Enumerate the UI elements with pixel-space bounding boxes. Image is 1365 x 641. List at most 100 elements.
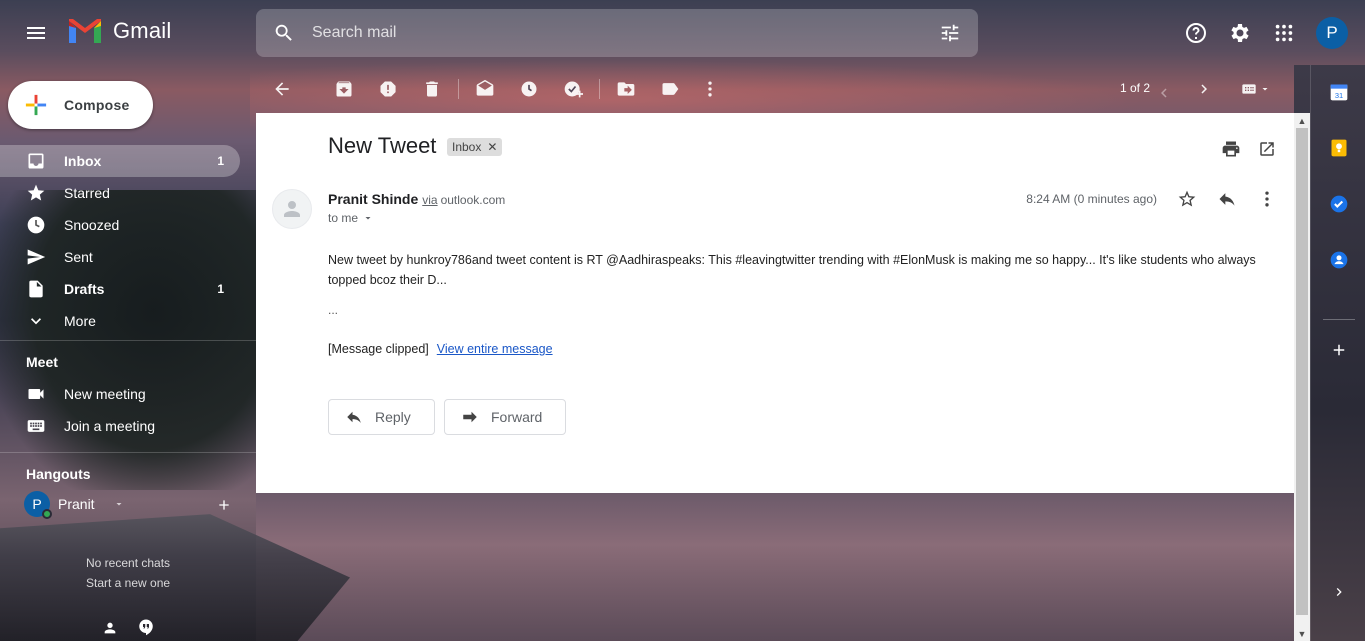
details-dropdown-icon xyxy=(365,217,371,220)
video-camera-icon xyxy=(26,384,46,404)
draft-count: 1 xyxy=(217,282,224,296)
sender-domain: outlook.com xyxy=(440,193,506,207)
remove-label-icon[interactable]: ✕ xyxy=(487,140,497,154)
hangouts-user[interactable]: P Pranit xyxy=(24,491,125,519)
star-icon xyxy=(26,183,46,203)
tasks-icon[interactable] xyxy=(1328,193,1350,215)
background-water xyxy=(256,493,1310,641)
sidebar-item-more[interactable]: More xyxy=(0,305,240,337)
message-body: New tweet by hunkroy786and tweet content… xyxy=(328,253,1256,287)
scroll-down-arrow-icon[interactable]: ▼ xyxy=(1294,627,1310,641)
no-chats-message: No recent chats Start a new one xyxy=(86,553,170,593)
calendar-icon[interactable]: 31 xyxy=(1328,81,1350,103)
sidebar-item-starred[interactable]: Starred xyxy=(0,177,240,209)
reply-icon[interactable] xyxy=(1215,187,1239,211)
archive-icon[interactable] xyxy=(324,69,364,109)
message-toolbar: 1 of 2 xyxy=(256,65,1294,113)
add-chat-icon[interactable] xyxy=(214,495,234,515)
new-meeting-button[interactable]: New meeting xyxy=(26,380,146,408)
join-meeting-button[interactable]: Join a meeting xyxy=(26,412,155,440)
star-outline-icon[interactable] xyxy=(1175,187,1199,211)
apps-grid-icon[interactable] xyxy=(1268,17,1300,49)
app-header: Gmail P xyxy=(0,0,1365,65)
search-icon[interactable] xyxy=(256,22,312,44)
inbox-label-chip[interactable]: Inbox ✕ xyxy=(447,138,503,156)
print-icon[interactable] xyxy=(1219,137,1243,161)
chevron-down-icon xyxy=(26,311,46,331)
sidebar-item-label: Sent xyxy=(64,249,93,265)
person-icon[interactable] xyxy=(100,620,120,640)
recipients-toggle[interactable]: to me xyxy=(328,211,374,225)
input-tools-keyboard-icon[interactable] xyxy=(1230,69,1280,109)
sidebar-item-sent[interactable]: Sent xyxy=(0,241,240,273)
sidebar-item-drafts[interactable]: Drafts 1 xyxy=(0,273,240,305)
settings-gear-icon[interactable] xyxy=(1224,17,1256,49)
draft-icon xyxy=(26,279,46,299)
message-subject: New Tweet xyxy=(328,133,437,158)
report-spam-icon[interactable] xyxy=(368,69,408,109)
send-icon xyxy=(26,247,46,267)
via-link[interactable]: via xyxy=(422,193,437,207)
start-new-chat-link[interactable]: Start a new one xyxy=(86,573,170,593)
unread-count: 1 xyxy=(217,154,224,168)
trimmed-content-toggle[interactable]: ... xyxy=(328,303,338,317)
toolbar-separator xyxy=(458,79,459,99)
keep-icon[interactable] xyxy=(1328,137,1350,159)
sidebar-nav: Inbox 1 Starred Snoozed Sent Drafts 1 Mo… xyxy=(0,145,256,337)
sender-name[interactable]: Pranit Shinde xyxy=(328,191,418,207)
gmail-m-icon xyxy=(69,19,101,43)
sidebar-item-label: Starred xyxy=(64,185,110,201)
new-meeting-label: New meeting xyxy=(64,386,146,402)
sender-avatar[interactable] xyxy=(272,189,312,229)
hangouts-quote-icon[interactable] xyxy=(136,618,156,638)
hamburger-icon xyxy=(27,27,45,39)
sender-line: Pranit Shinde via outlook.com xyxy=(328,191,505,207)
back-arrow-icon[interactable] xyxy=(262,69,302,109)
meet-section-title: Meet xyxy=(26,354,58,370)
gmail-logo[interactable]: Gmail xyxy=(67,17,171,45)
hangouts-user-name: Pranit xyxy=(58,496,95,512)
forward-arrow-icon xyxy=(463,411,477,423)
hangouts-avatar: P xyxy=(24,491,52,519)
svg-text:31: 31 xyxy=(1335,91,1343,100)
message-view: New Tweet Inbox ✕ Pranit Shinde via outloo… xyxy=(256,113,1294,493)
main-menu-button[interactable] xyxy=(18,15,54,51)
sidebar-item-snoozed[interactable]: Snoozed xyxy=(0,209,240,241)
search-bar[interactable] xyxy=(256,9,978,57)
delete-trash-icon[interactable] xyxy=(412,69,452,109)
scroll-up-arrow-icon[interactable]: ▲ xyxy=(1294,114,1310,128)
clipped-notice: [Message clipped] View entire message xyxy=(328,342,553,356)
reply-button[interactable]: Reply xyxy=(328,399,435,435)
older-chevron-icon[interactable] xyxy=(1184,69,1224,109)
reply-arrow-icon xyxy=(347,411,361,423)
no-recent-chats: No recent chats xyxy=(86,556,171,570)
sidebar-item-label: Drafts xyxy=(64,281,105,297)
search-input[interactable] xyxy=(312,24,922,42)
search-options-icon[interactable] xyxy=(922,22,978,44)
open-in-new-window-icon[interactable] xyxy=(1255,137,1279,161)
sidebar-item-label: Inbox xyxy=(64,153,102,169)
scrollbar-thumb[interactable] xyxy=(1296,128,1308,615)
contacts-icon[interactable] xyxy=(1328,249,1350,271)
hangouts-avatar-letter: P xyxy=(32,496,42,512)
forward-label: Forward xyxy=(491,409,543,425)
compose-button[interactable]: Compose xyxy=(8,81,153,129)
account-avatar[interactable]: P xyxy=(1316,17,1348,49)
forward-button[interactable]: Forward xyxy=(444,399,567,435)
dropdown-arrow-icon[interactable] xyxy=(113,498,125,510)
message-more-icon[interactable] xyxy=(1255,187,1279,211)
expand-panel-chevron-icon[interactable] xyxy=(1328,581,1350,603)
help-icon[interactable] xyxy=(1180,17,1212,49)
snooze-clock-icon[interactable] xyxy=(509,69,549,109)
newer-chevron-icon[interactable] xyxy=(1144,73,1184,113)
sidebar-divider xyxy=(0,340,256,341)
add-task-icon[interactable] xyxy=(553,69,593,109)
mark-unread-icon[interactable] xyxy=(465,69,505,109)
more-options-icon[interactable] xyxy=(690,69,730,109)
app-name: Gmail xyxy=(113,18,172,43)
move-to-icon[interactable] xyxy=(606,69,646,109)
label-tag-icon[interactable] xyxy=(650,69,690,109)
view-entire-message-link[interactable]: View entire message xyxy=(437,342,553,356)
add-addon-icon[interactable] xyxy=(1328,339,1350,361)
sidebar-item-inbox[interactable]: Inbox 1 xyxy=(0,145,240,177)
